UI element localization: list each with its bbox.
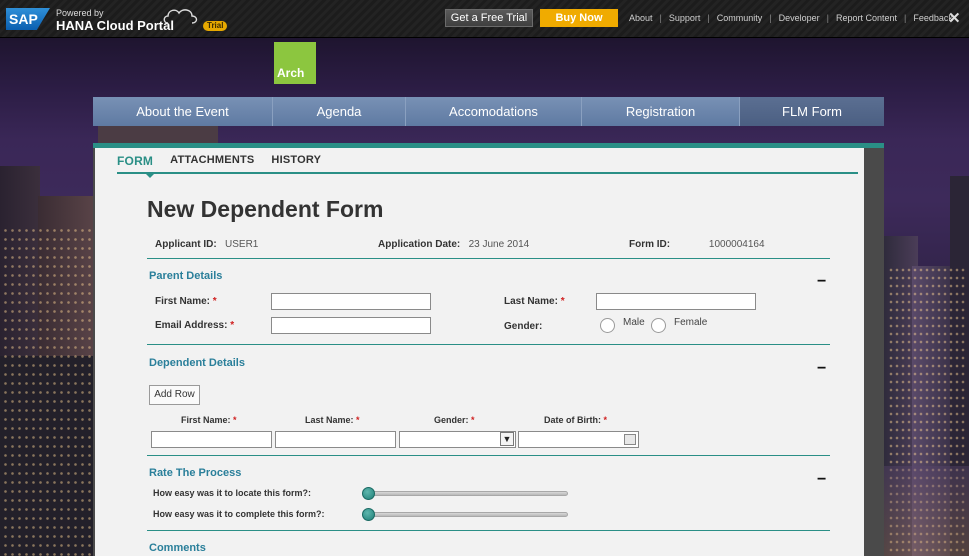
nav-item-accomodations[interactable]: Accomodations	[406, 97, 582, 126]
powered-by-text: Powered by	[56, 8, 104, 18]
column-header-first-name: First Name: *	[181, 415, 237, 425]
chevron-down-icon[interactable]: ▼	[500, 432, 514, 446]
sap-logo[interactable]: SAP	[6, 8, 50, 30]
complete-form-slider-track[interactable]	[363, 512, 568, 517]
dependent-details-title: Dependent Details	[149, 357, 245, 369]
locate-form-slider-handle[interactable]	[362, 487, 375, 500]
locate-form-slider-track[interactable]	[363, 491, 568, 496]
close-icon[interactable]: ✕	[948, 9, 961, 27]
water-reflection	[884, 466, 969, 556]
buy-now-button[interactable]: Buy Now	[540, 9, 618, 27]
top-bar: SAP Powered by HANA Cloud Portal Trial G…	[0, 0, 969, 38]
parent-first-name-field[interactable]	[271, 293, 431, 310]
section-divider	[147, 344, 830, 345]
application-date: Application Date: 23 June 2014	[378, 239, 529, 250]
applicant-id-value: USER1	[225, 239, 259, 250]
email-address-label: Email Address: *	[155, 320, 235, 331]
form-panel-body: FORM ATTACHMENTS HISTORY New Dependent F…	[95, 148, 864, 556]
tab-history[interactable]: HISTORY	[271, 154, 321, 168]
section-divider	[147, 530, 830, 531]
trial-badge: Trial	[203, 21, 228, 31]
dependent-details-collapse-button[interactable]: −	[817, 360, 826, 378]
form-id-label: Form ID:	[629, 239, 671, 250]
main-nav: About the Event Agenda Accomodations Reg…	[93, 97, 884, 126]
form-tabs: FORM ATTACHMENTS HISTORY	[117, 154, 338, 168]
applicant-id: Applicant ID: USER1	[155, 239, 258, 250]
page-title: New Dependent Form	[147, 196, 384, 222]
about-link[interactable]: About	[622, 13, 660, 23]
parent-email-field[interactable]	[271, 317, 431, 334]
site-logo[interactable]: Arch	[274, 42, 316, 84]
developer-link[interactable]: Developer	[772, 13, 827, 23]
rate-process-title: Rate The Process	[149, 467, 242, 479]
applicant-id-label: Applicant ID:	[155, 239, 217, 250]
column-header-last-name: Last Name: *	[305, 415, 360, 425]
first-name-label: First Name: *	[155, 296, 217, 307]
city-lights-left	[2, 226, 94, 556]
cloud-icon	[163, 9, 198, 24]
top-links: About | Support | Community | Developer | Re…	[622, 13, 960, 23]
last-name-label: Last Name: *	[504, 296, 565, 307]
dependent-last-name-field[interactable]	[275, 431, 396, 448]
dependent-gender-select[interactable]	[399, 431, 516, 448]
nav-item-registration[interactable]: Registration	[582, 97, 740, 126]
nav-item-flm-form[interactable]: FLM Form	[740, 97, 884, 126]
gender-label: Gender:	[504, 321, 543, 332]
gender-male-radio[interactable]	[600, 318, 615, 333]
report-content-link[interactable]: Report Content	[829, 13, 904, 23]
free-trial-button[interactable]: Get a Free Trial	[445, 9, 533, 27]
nav-item-agenda[interactable]: Agenda	[273, 97, 406, 126]
add-row-button[interactable]: Add Row	[149, 385, 200, 405]
tab-underline	[117, 172, 858, 174]
application-date-label: Application Date:	[378, 239, 461, 250]
column-header-gender: Gender: *	[434, 415, 475, 425]
support-link[interactable]: Support	[662, 13, 708, 23]
column-header-date-of-birth: Date of Birth: *	[544, 415, 608, 425]
parent-last-name-field[interactable]	[596, 293, 756, 310]
product-name: HANA Cloud Portal	[56, 18, 174, 33]
section-divider	[147, 455, 830, 456]
gender-female-radio[interactable]	[651, 318, 666, 333]
section-divider	[147, 258, 830, 259]
nav-item-about-the-event[interactable]: About the Event	[93, 97, 273, 126]
calendar-icon[interactable]	[624, 434, 636, 445]
complete-form-slider-handle[interactable]	[362, 508, 375, 521]
parent-details-collapse-button[interactable]: −	[817, 273, 826, 291]
comments-title: Comments	[149, 542, 206, 554]
form-id: Form ID: 1000004164	[629, 239, 765, 250]
question-complete-form: How easy was it to complete this form?:	[153, 509, 325, 519]
application-date-value: 23 June 2014	[468, 239, 530, 250]
parent-details-title: Parent Details	[149, 270, 223, 282]
rate-process-collapse-button[interactable]: −	[817, 471, 826, 489]
active-tab-pointer	[145, 173, 155, 178]
dependent-date-of-birth-field[interactable]	[518, 431, 639, 448]
tab-attachments[interactable]: ATTACHMENTS	[170, 154, 254, 168]
form-panel: FORM ATTACHMENTS HISTORY New Dependent F…	[93, 143, 884, 556]
tab-form[interactable]: FORM	[117, 154, 153, 168]
gender-female-label: Female	[674, 317, 708, 328]
form-id-value: 1000004164	[708, 239, 765, 250]
community-link[interactable]: Community	[710, 13, 770, 23]
gender-male-label: Male	[623, 317, 645, 328]
dependent-first-name-field[interactable]	[151, 431, 272, 448]
question-locate-form: How easy was it to locate this form?:	[153, 488, 312, 498]
